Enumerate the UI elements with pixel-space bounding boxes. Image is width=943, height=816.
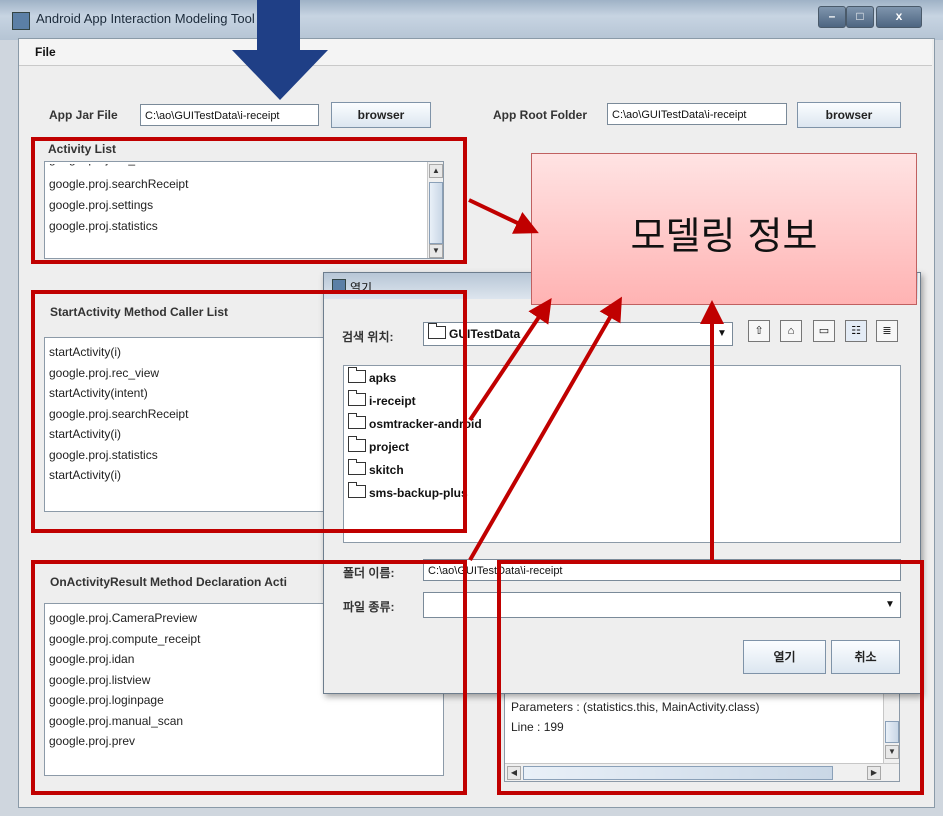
annotation-arrow [468,198,539,234]
annotation-arrow [468,296,622,561]
annotation-pointer-blue [232,0,328,100]
annotation-arrows [232,0,724,561]
annotation-arrow [468,298,552,422]
